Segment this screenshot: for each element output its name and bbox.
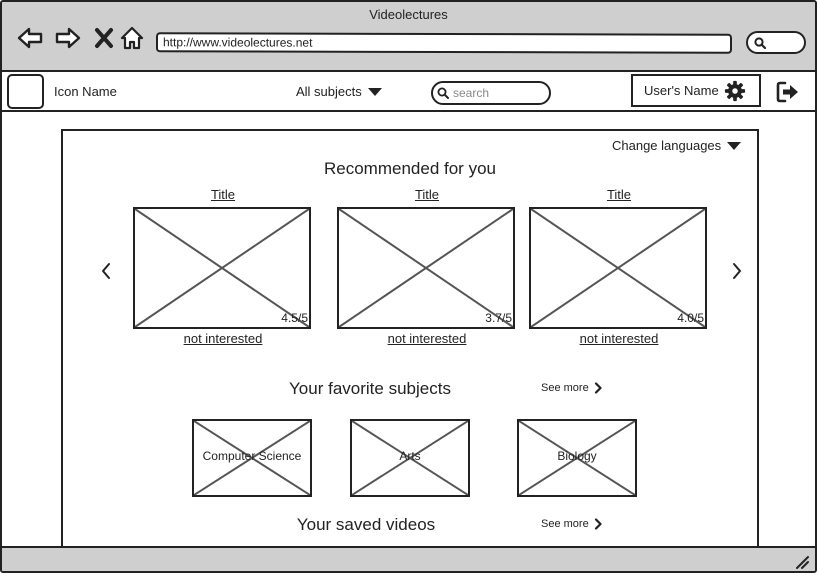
forward-icon[interactable] bbox=[54, 24, 82, 52]
subject-card[interactable]: Biology bbox=[517, 419, 637, 497]
image-placeholder-icon bbox=[531, 209, 705, 327]
video-thumbnail[interactable]: 4.5/5 bbox=[133, 207, 311, 329]
subject-label: Biology bbox=[557, 449, 597, 463]
back-icon[interactable] bbox=[16, 24, 44, 52]
video-card: Title 4.0/5 not interested bbox=[529, 187, 709, 346]
video-card: Title 4.5/5 not interested bbox=[133, 187, 313, 346]
not-interested-link[interactable]: not interested bbox=[133, 331, 313, 346]
chevron-right-icon bbox=[594, 382, 602, 394]
chevron-right-icon bbox=[594, 518, 602, 530]
status-bar bbox=[2, 546, 815, 571]
caret-down-icon bbox=[367, 87, 382, 96]
browser-toolbar: Videolectures http://www.videolectures.n… bbox=[2, 2, 815, 72]
browser-search-field[interactable] bbox=[746, 31, 806, 54]
language-dropdown-label: Change languages bbox=[612, 138, 722, 153]
search-input[interactable] bbox=[453, 86, 543, 100]
favorite-subjects-title: Your favorite subjects bbox=[289, 379, 451, 398]
search-icon bbox=[437, 87, 449, 99]
image-placeholder-icon bbox=[135, 209, 309, 327]
subjects-dropdown[interactable]: All subjects bbox=[296, 84, 382, 99]
caret-down-icon bbox=[727, 141, 742, 150]
home-icon[interactable] bbox=[118, 24, 146, 52]
saved-videos-title: Your saved videos bbox=[296, 515, 436, 534]
search-icon bbox=[754, 37, 766, 49]
see-more-label: See more bbox=[541, 382, 589, 394]
logo-placeholder[interactable] bbox=[7, 74, 44, 109]
video-title-link[interactable]: Title bbox=[337, 187, 517, 205]
browser-window: Videolectures http://www.videolectures.n… bbox=[0, 0, 817, 573]
chevron-right-icon[interactable] bbox=[730, 261, 744, 281]
resize-grip-icon[interactable] bbox=[795, 555, 809, 569]
video-title-link[interactable]: Title bbox=[133, 187, 313, 205]
url-bar[interactable]: http://www.videolectures.net bbox=[155, 32, 733, 54]
video-thumbnail[interactable]: 3.7/5 bbox=[337, 207, 515, 329]
window-title: Videolectures bbox=[369, 7, 448, 22]
video-rating: 4.0/5 bbox=[677, 311, 704, 325]
video-thumbnail[interactable]: 4.0/5 bbox=[529, 207, 707, 329]
subject-card[interactable]: Arts bbox=[350, 419, 470, 497]
user-name: User's Name bbox=[644, 83, 719, 98]
subject-label: Arts bbox=[399, 449, 421, 463]
search-field[interactable] bbox=[431, 81, 551, 105]
main-content: Change languages Recommended for you Tit… bbox=[61, 129, 759, 559]
video-card: Title 3.7/5 not interested bbox=[337, 187, 517, 346]
see-more-saved-link[interactable]: See more bbox=[541, 518, 602, 530]
video-rating: 3.7/5 bbox=[485, 311, 512, 325]
subjects-dropdown-label: All subjects bbox=[296, 84, 362, 99]
gear-icon[interactable] bbox=[724, 80, 746, 102]
app-header: Icon Name All subjects User's Name bbox=[2, 73, 815, 112]
image-placeholder-icon bbox=[339, 209, 513, 327]
not-interested-link[interactable]: not interested bbox=[529, 331, 709, 346]
subject-card[interactable]: Computer Science bbox=[192, 419, 312, 497]
app-name: Icon Name bbox=[54, 84, 117, 99]
chevron-left-icon[interactable] bbox=[99, 261, 113, 281]
video-title-link[interactable]: Title bbox=[529, 187, 709, 205]
not-interested-link[interactable]: not interested bbox=[337, 331, 517, 346]
language-dropdown[interactable]: Change languages bbox=[612, 138, 742, 153]
user-menu-button[interactable]: User's Name bbox=[631, 74, 761, 107]
close-icon[interactable] bbox=[90, 24, 118, 52]
video-rating: 4.5/5 bbox=[281, 311, 308, 325]
see-more-label: See more bbox=[541, 518, 589, 530]
logout-icon[interactable] bbox=[776, 80, 800, 104]
subject-label: Computer Science bbox=[202, 449, 302, 463]
recommended-title: Recommended for you bbox=[324, 159, 496, 178]
see-more-subjects-link[interactable]: See more bbox=[541, 382, 602, 394]
